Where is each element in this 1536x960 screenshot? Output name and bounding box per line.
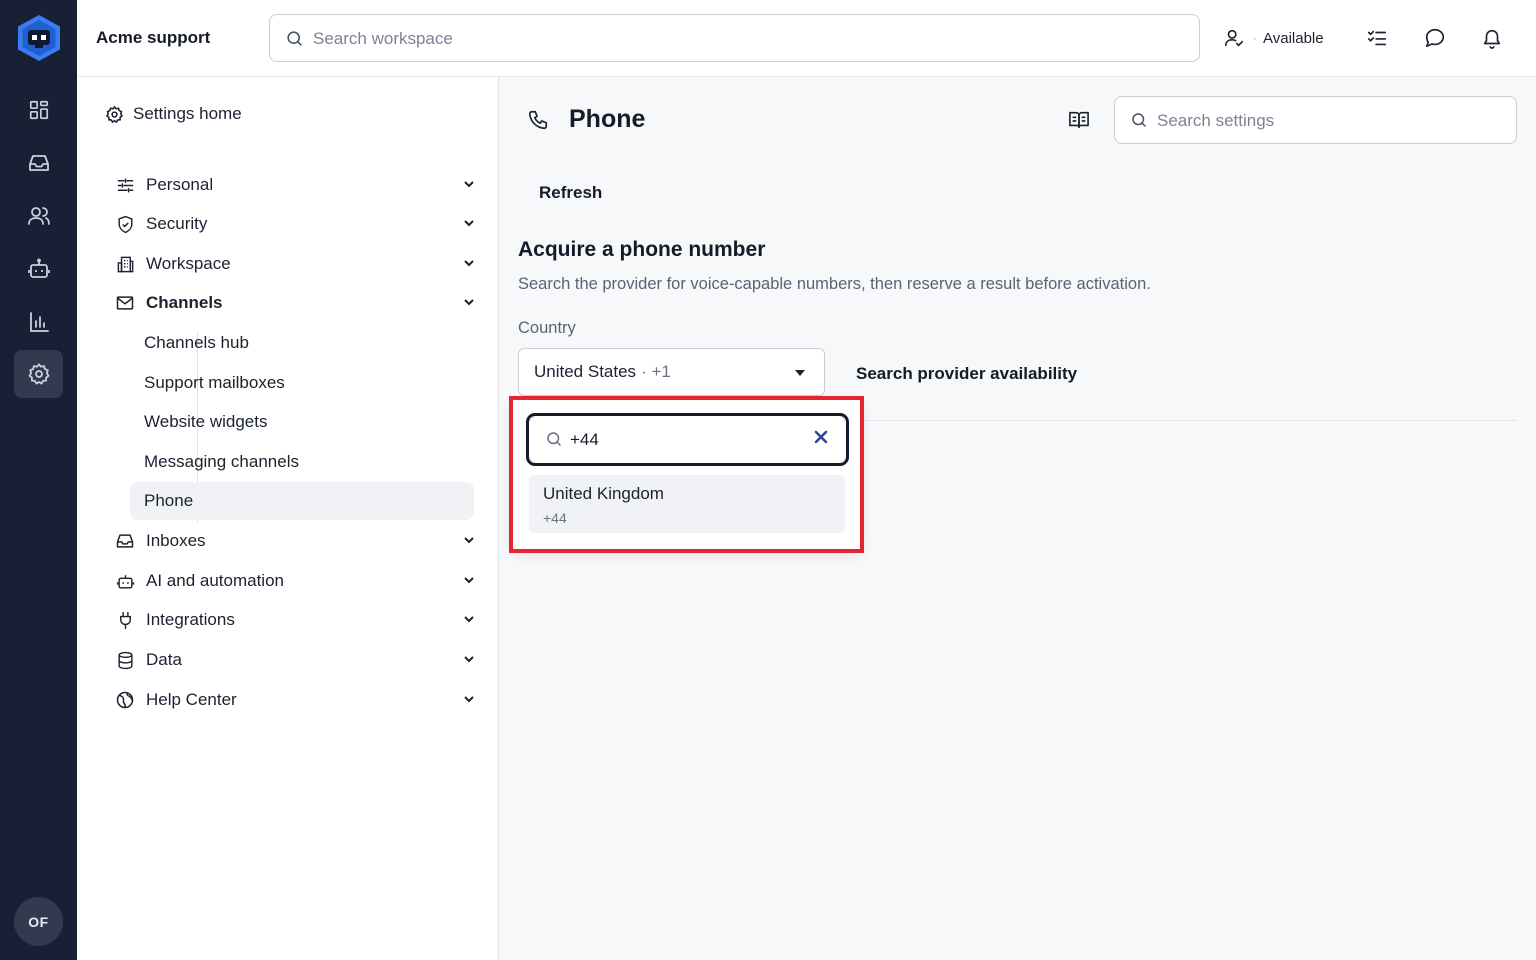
chevron-down-icon <box>463 534 475 546</box>
search-provider-availability-button[interactable]: Search provider availability <box>856 364 1077 384</box>
nav-item-data[interactable]: Data <box>115 644 475 676</box>
gear-icon[interactable] <box>14 350 63 398</box>
workspace-name: Acme support <box>96 28 211 47</box>
section-title: Acquire a phone number <box>518 238 766 261</box>
nav-item-label: Workspace <box>146 254 231 273</box>
caret-down-icon <box>795 370 805 376</box>
workspace-search[interactable] <box>269 14 1200 62</box>
country-selected-value: United States <box>534 362 637 381</box>
top-bar: Acme support · Available <box>77 0 1536 77</box>
subnav-item-channels-hub[interactable]: Channels hub <box>130 324 474 362</box>
workspace-search-input[interactable] <box>313 26 1173 52</box>
chevron-down-icon <box>463 217 475 229</box>
chevron-down-icon <box>463 296 475 308</box>
nav-item-label: Inboxes <box>146 531 206 550</box>
settings-home-link[interactable]: Settings home <box>105 104 242 124</box>
avatar[interactable]: OF <box>14 897 63 946</box>
settings-search[interactable] <box>1114 96 1517 144</box>
app-logo-icon[interactable] <box>16 14 62 62</box>
country-filter-input[interactable] <box>570 429 800 451</box>
country-dial-code: · +1 <box>641 362 671 381</box>
globe-icon <box>115 690 135 710</box>
country-option-united-kingdom[interactable]: United Kingdom +44 <box>529 475 845 533</box>
bot-icon[interactable] <box>14 245 63 293</box>
chevron-down-icon <box>463 613 475 625</box>
building-icon <box>115 254 135 274</box>
chevron-down-icon <box>463 574 475 586</box>
nav-item-integrations[interactable]: Integrations <box>115 604 475 636</box>
nav-item-label: Integrations <box>146 610 235 629</box>
shield-icon <box>115 214 135 234</box>
settings-nav: Settings home Personal Security Workspac… <box>77 77 499 960</box>
inbox-icon <box>115 531 135 551</box>
search-icon <box>1130 111 1148 129</box>
subnav-item-support-mailboxes[interactable]: Support mailboxes <box>130 364 474 402</box>
settings-home-label: Settings home <box>133 104 242 123</box>
nav-item-workspace[interactable]: Workspace <box>115 248 475 280</box>
chevron-down-icon <box>463 653 475 665</box>
settings-search-input[interactable] <box>1157 109 1497 133</box>
gear-icon <box>105 105 124 124</box>
search-icon <box>285 29 304 48</box>
search-icon <box>545 430 563 448</box>
nav-item-inboxes[interactable]: Inboxes <box>115 525 475 557</box>
country-option-name: United Kingdom <box>543 484 664 503</box>
database-icon <box>115 650 135 670</box>
nav-item-label: Data <box>146 650 182 669</box>
close-icon[interactable] <box>814 430 828 444</box>
section-description: Search the provider for voice-capable nu… <box>518 275 1151 293</box>
dashboard-grid-icon[interactable] <box>14 86 63 134</box>
status-label: Available <box>1263 29 1324 47</box>
plug-icon <box>115 610 135 630</box>
app-rail: OF <box>0 0 77 960</box>
user-status-icon <box>1223 27 1245 49</box>
country-select[interactable]: United States · +1 <box>518 348 825 396</box>
country-filter-search[interactable] <box>526 413 849 466</box>
nav-item-label: Security <box>146 214 208 233</box>
chevron-down-icon <box>463 693 475 705</box>
subnav-item-website-widgets[interactable]: Website widgets <box>130 403 474 441</box>
chevron-down-icon <box>463 178 475 190</box>
mail-icon <box>115 293 135 313</box>
page-title: Phone <box>569 105 646 133</box>
sliders-icon <box>115 175 135 195</box>
nav-item-label: Help Center <box>146 690 237 709</box>
refresh-button[interactable]: Refresh <box>527 176 614 210</box>
status-separator: · <box>1253 31 1257 45</box>
bar-chart-icon[interactable] <box>14 298 63 346</box>
nav-item-label: Personal <box>146 175 214 194</box>
bot-icon <box>115 571 135 591</box>
checklist-icon[interactable] <box>1363 24 1391 52</box>
subnav-item-messaging-channels[interactable]: Messaging channels <box>130 443 474 481</box>
availability-status[interactable]: · Available <box>1223 26 1324 50</box>
nav-item-label: Channels <box>146 293 223 312</box>
nav-item-security[interactable]: Security <box>115 208 475 240</box>
docs-book-icon[interactable] <box>1068 110 1090 130</box>
subnav-item-phone[interactable]: Phone <box>130 482 474 520</box>
users-icon[interactable] <box>14 192 63 240</box>
country-label: Country <box>518 319 576 337</box>
chat-bubble-icon[interactable] <box>1421 24 1449 52</box>
nav-item-channels[interactable]: Channels <box>115 287 475 319</box>
phone-icon <box>527 109 549 131</box>
nav-item-help-center[interactable]: Help Center <box>115 684 475 716</box>
nav-item-label: AI and automation <box>146 571 284 590</box>
nav-item-ai-automation[interactable]: AI and automation <box>115 565 475 597</box>
country-option-dial-code: +44 <box>543 510 567 526</box>
inbox-icon[interactable] <box>14 139 63 187</box>
chevron-down-icon <box>463 257 475 269</box>
nav-item-personal[interactable]: Personal <box>115 169 475 201</box>
bell-icon[interactable] <box>1478 24 1506 52</box>
